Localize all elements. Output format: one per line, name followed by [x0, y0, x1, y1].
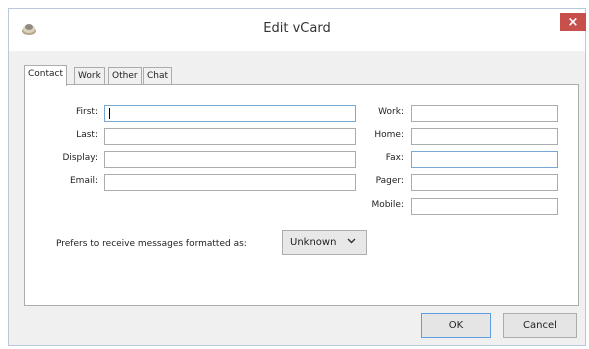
display-label: Display: — [62, 153, 98, 163]
email-input[interactable] — [104, 174, 356, 191]
home-phone-input[interactable] — [411, 128, 558, 145]
close-icon: × — [567, 14, 579, 30]
format-selected-value: Unknown — [290, 237, 337, 248]
mobile-label: Mobile: — [371, 200, 404, 210]
last-name-input[interactable] — [104, 128, 356, 145]
ok-button[interactable]: OK — [421, 313, 491, 338]
display-name-input[interactable] — [104, 151, 356, 168]
pager-input[interactable] — [411, 174, 558, 191]
window-title: Edit vCard — [263, 21, 331, 36]
format-preference-label: Prefers to receive messages formatted as… — [56, 239, 247, 249]
first-name-input[interactable] — [104, 105, 356, 122]
email-label: Email: — [69, 176, 98, 186]
pager-label: Pager: — [375, 176, 404, 186]
work-phone-label: Work: — [378, 107, 404, 117]
tab-chat[interactable]: Chat — [143, 67, 173, 85]
text-caret — [109, 108, 110, 119]
mobile-input[interactable] — [411, 198, 558, 215]
format-select[interactable]: Unknown — [282, 230, 367, 255]
work-phone-input[interactable] — [411, 105, 558, 122]
cancel-button[interactable]: Cancel — [503, 313, 577, 338]
chevron-down-icon — [347, 236, 356, 248]
first-label: First: — [76, 107, 98, 117]
contact-panel: First: Last: Display: Email: Work: Home:… — [24, 84, 579, 306]
fax-input[interactable] — [411, 151, 558, 168]
title-bar: Edit vCard × — [9, 9, 586, 51]
close-button[interactable]: × — [560, 13, 586, 31]
fax-label: Fax: — [385, 153, 404, 163]
tab-contact[interactable]: Contact — [24, 65, 68, 86]
home-phone-label: Home: — [374, 130, 404, 140]
edit-vcard-dialog: Edit vCard × Contact Work Other Chat Fir… — [8, 8, 586, 346]
last-label: Last: — [76, 130, 98, 140]
tab-work[interactable]: Work — [74, 67, 105, 85]
tab-other[interactable]: Other — [108, 67, 142, 85]
